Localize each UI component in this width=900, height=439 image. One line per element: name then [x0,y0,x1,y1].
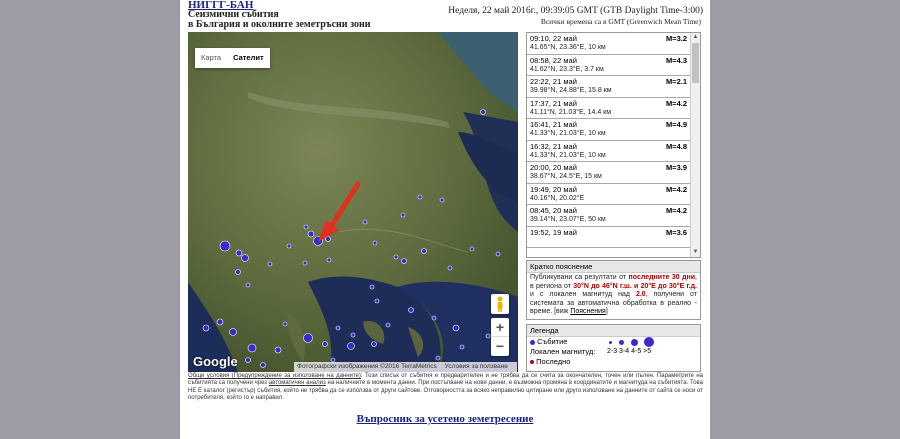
quake-time: 16:41, 21 май [530,120,577,129]
legend-magnitude-label: Локален магнитуд: [530,347,596,356]
red-arrow-annotation [318,181,361,242]
terms-of-use-link[interactable]: Условия за ползване [445,363,508,370]
automatic-analysis-link[interactable]: автоматичен анализ [269,380,326,386]
felt-earthquake-survey-link[interactable]: Въпросник за усетено земетресение [180,413,710,425]
magnitude-dots [609,337,655,348]
quake-list-item[interactable]: 22:22, 21 май M=2.1 39.98°N, 24.88°E, 15.8… [527,76,691,98]
zoom-in-button[interactable]: + [491,318,509,337]
event-dot-icon [530,339,535,345]
quake-list-item[interactable]: 19:52, 19 май M=3.6 [527,227,691,248]
last-event-dot-icon [530,360,534,365]
quake-list-item[interactable]: 08:45, 20 май M=4.2 39.14°N, 23.07°E, 50 к… [527,205,691,227]
quake-list-item[interactable]: 16:32, 21 май M=4.8 41.33°N, 21.03°E, 10 к… [527,141,691,162]
explanation-part: ] [605,308,608,315]
quake-magnitude: M=2.1 [665,77,687,86]
explanation-text: Публикувани са резултати от последните 3… [527,273,700,318]
tab-satellite[interactable]: Сателит [227,48,270,68]
satellite-map[interactable]: Карта Сателит + − Google Фотографски изо… [188,32,518,372]
quake-location: 41.62°N, 23.3°E, 3.7 км [530,65,604,73]
explanation-highlight: 2.0 [635,291,646,298]
gmt-note: Всички времена са в GMT (Greenwich Mean … [540,17,701,26]
map-type-control: Карта Сателит [195,48,270,68]
zoom-control: + − [491,318,509,356]
quake-list-item[interactable]: 17:37, 21 май M=4.2 41.11°N, 21.03°E, 14.4… [527,98,691,119]
mag-dot-icon [631,338,639,346]
quake-time: 19:52, 19 май [530,227,577,237]
quake-location: 41.65°N, 23.36°E, 10 км [530,44,606,51]
quake-time: 16:32, 21 май [530,141,577,151]
quake-time: 22:22, 21 май [530,77,577,86]
current-datetime: Неделя, 22 май 2016г., 09:39:05 GMT (GTB… [448,6,703,16]
quake-location: 38.67°N, 24.5°E, 15 км [530,173,602,180]
page-title-line2: в България и околните земетръсни зони [188,19,371,30]
legend-last-row: Последно [527,357,700,367]
quake-magnitude: M=4.2 [665,98,687,108]
earthquake-list-panel[interactable]: 09:10, 22 май M=3.2 41.65°N, 23.36°E, 10 к… [526,32,701,258]
explanations-link[interactable]: Пояснения [570,308,606,315]
quake-list-item[interactable]: 09:10, 22 май M=3.2 41.65°N, 23.36°E, 10 к… [527,33,691,55]
disclaimer-text: Общи условия (Предупреждение за използва… [188,373,703,402]
quake-location: 41.33°N, 21.03°E, 10 км [530,130,606,137]
quake-magnitude: M=3.9 [665,163,687,172]
scroll-down-icon[interactable]: ▼ [691,248,700,257]
mag-dot-icon [619,339,625,345]
scroll-thumb[interactable] [692,43,699,83]
map-attribution: Фотографски изображения ©2016 TerraMetri… [294,362,517,372]
quake-location: 41.33°N, 21.03°E, 10 км [530,151,606,159]
tab-map[interactable]: Карта [195,48,227,68]
legend-box: Легенда Събитие Локален магнитуд: 2-3 3-… [526,324,701,372]
quake-list-item[interactable]: 08:58, 22 май M=4.3 41.62°N, 23.3°E, 3.7 к… [527,55,691,76]
quake-list-item[interactable]: 20:00, 20 май M=3.9 38.67°N, 24.5°E, 15 км [527,162,691,184]
quake-magnitude: M=3.6 [665,227,687,237]
explanation-part: и с локален магнитуд над [530,291,636,298]
legend-magnitude-ranges: 2-3 3-4 4-5 >5 [607,348,652,355]
imagery-attribution: Фотографски изображения ©2016 TerraMetri… [297,363,437,370]
street-view-pegman-button[interactable] [491,294,509,314]
quake-time: 17:37, 21 май [530,98,577,108]
quake-time: 20:00, 20 май [530,163,577,172]
explanation-part: Публикувани са резултати от [530,274,629,281]
quake-magnitude: M=4.2 [665,206,687,215]
quake-location: 39.98°N, 24.88°E, 15.8 км [530,87,612,94]
quake-time: 19:49, 20 май [530,184,577,194]
terms-link[interactable]: Общи условия (Предупреждение за използва… [188,373,361,379]
legend-event-row: Събитие [527,337,700,348]
quake-magnitude: M=4.9 [665,120,687,129]
quake-list-item[interactable]: 19:49, 20 май M=4.2 40.16°N, 20.02°E [527,184,691,205]
legend-event-label: Събитие [537,337,568,346]
mag-dot-icon [644,337,655,348]
quake-magnitude: M=4.8 [665,141,687,151]
explanation-box: Кратко пояснение Публикувани са резултат… [526,260,701,320]
explanation-highlight: 30°N до 46°N г.ш. и 20°E до 30°E г.д. [573,282,698,290]
earthquake-list: 09:10, 22 май M=3.2 41.65°N, 23.36°E, 10 к… [527,33,691,248]
scroll-up-icon[interactable]: ▲ [691,33,700,42]
explanation-title: Кратко пояснение [527,261,700,273]
legend-magnitude-row: Локален магнитуд: 2-3 3-4 4-5 >5 [527,347,700,357]
quake-magnitude: M=4.3 [665,55,687,65]
page-content: НИГГГ-БАН Сеизмични събития в България и… [180,0,710,439]
quake-magnitude: M=3.2 [665,34,687,43]
google-logo[interactable]: Google [193,354,238,369]
quake-location: 40.16°N, 20.02°E [530,194,585,202]
pegman-icon [497,296,503,312]
quake-list-item[interactable]: 16:41, 21 май M=4.9 41.33°N, 21.03°E, 10 к… [527,119,691,141]
quake-location: 41.11°N, 21.03°E, 14.4 км [530,108,612,116]
list-scrollbar[interactable]: ▲ ▼ [690,33,700,257]
zoom-out-button[interactable]: − [491,337,509,356]
explanation-highlight: последните 30 дни [628,274,696,281]
quake-magnitude: M=4.2 [665,184,687,194]
quake-time: 08:45, 20 май [530,206,577,215]
quake-time: 08:58, 22 май [530,55,577,65]
mag-dot-icon [609,340,612,344]
header: НИГГГ-БАН Сеизмични събития в България и… [188,0,703,32]
legend-last-label: Последно [536,357,571,366]
quake-time: 09:10, 22 май [530,34,577,43]
legend-title: Легенда [527,325,700,337]
quake-location: 39.14°N, 23.07°E, 50 км [530,216,606,223]
